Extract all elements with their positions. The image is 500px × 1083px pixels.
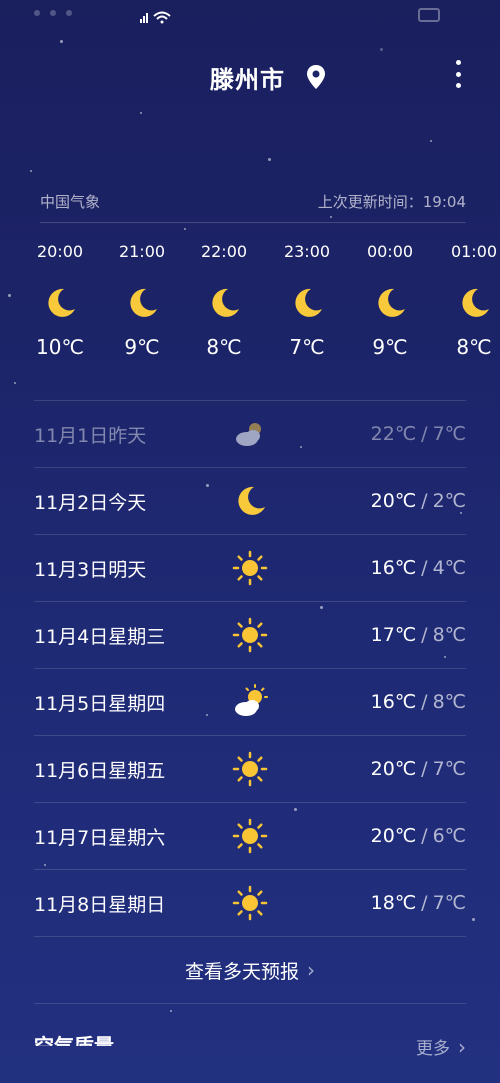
partly-cloudy-icon [232, 684, 268, 720]
sun-icon [232, 617, 268, 653]
status-dot [50, 10, 56, 16]
day-date: 11月6日星期五 [34, 759, 166, 782]
day-date: 11月2日今天 [34, 491, 147, 514]
hour-temp: 10℃ [36, 335, 84, 359]
signal-icon [140, 10, 172, 27]
chevron-right-icon: › [307, 958, 315, 982]
daily-row[interactable]: 11月1日昨天 22℃/7℃ [34, 400, 466, 467]
day-temps: 20℃/7℃ [370, 758, 466, 780]
city-name[interactable]: 滕州市 [210, 60, 285, 95]
battery-icon [418, 8, 440, 22]
air-quality-section: 空气质量 更多 › [34, 1030, 466, 1070]
daily-row[interactable]: 11月7日星期六 20℃/6℃ [34, 802, 466, 869]
daily-row[interactable]: 11月8日星期日 18℃/7℃ [34, 869, 466, 936]
hour-temp: 7℃ [289, 335, 325, 359]
status-bar [0, 0, 500, 34]
day-date: 11月4日星期三 [34, 625, 166, 648]
hour-time: 01:00 [450, 242, 498, 261]
hourly-item: 21:00 9℃ [102, 242, 182, 359]
moon-icon [372, 285, 408, 321]
moon-icon [124, 285, 160, 321]
hourly-item: 23:00 7℃ [267, 242, 347, 359]
moon-icon [232, 483, 268, 519]
hourly-item: 00:00 9℃ [350, 242, 430, 359]
day-temps: 22℃/7℃ [370, 423, 466, 445]
hour-time: 23:00 [283, 242, 331, 261]
daily-row[interactable]: 11月2日今天 20℃/2℃ [34, 467, 466, 534]
daily-row[interactable]: 11月3日明天 16℃/4℃ [34, 534, 466, 601]
more-vertical-icon[interactable] [448, 60, 468, 88]
day-temps: 20℃/2℃ [370, 490, 466, 512]
day-temps: 18℃/7℃ [370, 892, 466, 914]
hour-temp: 9℃ [124, 335, 160, 359]
day-temps: 17℃/8℃ [370, 624, 466, 646]
day-temps: 16℃/8℃ [370, 691, 466, 713]
signal-wifi-svg [140, 11, 171, 24]
moon-icon [206, 285, 242, 321]
sun-icon [232, 885, 268, 921]
view-more-days-button[interactable]: 查看多天预报 › [34, 936, 466, 1004]
day-date: 11月3日明天 [34, 558, 147, 581]
status-left [34, 10, 72, 16]
weather-provider: 中国气象 [40, 192, 101, 211]
air-quality-more-link[interactable]: 更多 › [416, 1034, 466, 1059]
status-right [418, 8, 440, 22]
hour-temp: 8℃ [206, 335, 242, 359]
view-more-days-label: 查看多天预报 [184, 960, 299, 983]
status-dot [66, 10, 72, 16]
day-date: 11月1日昨天 [34, 424, 147, 447]
hour-time: 22:00 [200, 242, 248, 261]
hour-time: 20:00 [36, 242, 84, 261]
hour-temp: 9℃ [372, 335, 408, 359]
day-temps: 20℃/6℃ [370, 825, 466, 847]
daily-forecast-list: 11月1日昨天 22℃/7℃ 11月2日今天 20℃/2℃ 11月3日明天 16… [34, 400, 466, 936]
day-date: 11月7日星期六 [34, 826, 166, 849]
hour-temp: 8℃ [456, 335, 492, 359]
last-updated: 上次更新时间：19:04 [317, 192, 466, 211]
source-row: 中国气象 上次更新时间：19:04 [40, 186, 466, 223]
air-quality-title: 空气质量 [34, 1034, 114, 1046]
day-temps: 16℃/4℃ [370, 557, 466, 579]
app-header: 滕州市 [0, 50, 500, 98]
hour-time: 00:00 [366, 242, 414, 261]
hourly-forecast[interactable]: 20:00 10℃ 21:00 9℃ 22:00 8℃ 23:00 7℃ 00:… [20, 242, 500, 372]
sun-icon [232, 818, 268, 854]
daily-row[interactable]: 11月5日星期四 16℃/8℃ [34, 668, 466, 735]
hourly-item: 22:00 8℃ [184, 242, 264, 359]
air-quality-more-label: 更多 [416, 1039, 450, 1059]
cloudy-icon [232, 416, 268, 452]
status-dot [34, 10, 40, 16]
daily-row[interactable]: 11月4日星期三 17℃/8℃ [34, 601, 466, 668]
daily-row[interactable]: 11月6日星期五 20℃/7℃ [34, 735, 466, 802]
hour-time: 21:00 [118, 242, 166, 261]
hourly-item: 20:00 10℃ [20, 242, 100, 359]
sun-icon [232, 550, 268, 586]
day-date: 11月5日星期四 [34, 692, 166, 715]
moon-icon [42, 285, 78, 321]
chevron-right-icon: › [458, 1035, 466, 1059]
hourly-item: 01:00 8℃ [434, 242, 500, 359]
moon-icon [456, 285, 492, 321]
day-date: 11月8日星期日 [34, 893, 166, 916]
location-pin-icon[interactable] [306, 64, 326, 90]
moon-icon [289, 285, 325, 321]
sun-icon [232, 751, 268, 787]
